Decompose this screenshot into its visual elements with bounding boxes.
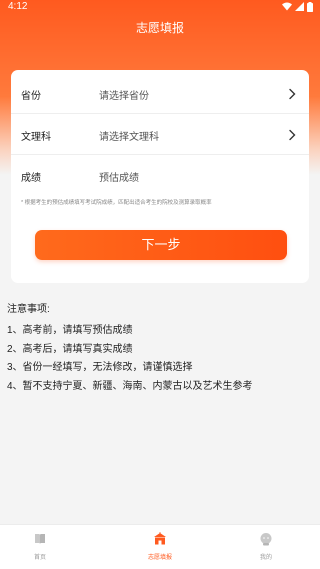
- notes-section: 注意事项: 1、高考前，请填写预估成绩 2、高考后，请填写真实成绩 3、省份一经…: [7, 303, 317, 398]
- province-select[interactable]: 请选择省份: [99, 87, 149, 102]
- chevron-right-icon: [289, 129, 296, 141]
- next-button[interactable]: 下一步: [35, 230, 287, 260]
- tab-profile[interactable]: 我的: [226, 525, 306, 569]
- score-row[interactable]: 成绩 预估成绩: [11, 156, 309, 196]
- form-hint: * 根据考生的预估成绩填写考试院成绩，匹配出适合考生的院校及测算录取概率: [21, 200, 212, 206]
- page-title: 志愿填报: [135, 21, 184, 35]
- note-item: 3、省份一经填写，无法修改，请谨慎选择: [7, 362, 193, 373]
- subject-select[interactable]: 请选择文理科: [99, 128, 159, 143]
- tab-label: 志愿填报: [147, 555, 172, 561]
- score-label: 成绩: [21, 173, 41, 184]
- note-item: 2、高考后，请填写真实成绩: [7, 343, 133, 355]
- province-row[interactable]: 省份 请选择省份: [11, 74, 309, 114]
- score-input[interactable]: 预估成绩: [99, 169, 139, 184]
- school-icon: [154, 532, 166, 545]
- bottom-tab-bar: 首页 志愿填报 我的: [0, 524, 320, 569]
- book-icon: [35, 534, 45, 544]
- notes-title: 注意事项:: [7, 304, 50, 315]
- system-icons: [282, 1, 316, 12]
- subject-row[interactable]: 文理科 请选择文理科: [11, 115, 309, 155]
- chevron-right-icon: [289, 88, 296, 100]
- subject-label: 文理科: [21, 132, 51, 143]
- wifi-icon: [282, 2, 292, 11]
- status-bar: 4:12: [0, 0, 320, 14]
- status-time: 4:12: [8, 1, 28, 12]
- note-item: 1、高考前，请填写预估成绩: [7, 325, 133, 336]
- tab-home[interactable]: 首页: [0, 525, 80, 569]
- form-card: 省份 请选择省份 文理科 请选择文理科 成绩 预估成绩 * 根据考生的预估成绩填…: [11, 70, 309, 283]
- tab-label: 首页: [33, 555, 46, 561]
- tab-label: 我的: [259, 555, 272, 561]
- tab-volunteer[interactable]: 志愿填报: [120, 525, 200, 569]
- user-icon: [260, 533, 272, 546]
- province-label: 省份: [21, 91, 41, 102]
- signal-icon: [295, 2, 304, 11]
- battery-icon: [307, 1, 313, 12]
- note-item: 4、暂不支持宁夏、新疆、海南、内蒙古以及艺术生参考: [7, 380, 253, 392]
